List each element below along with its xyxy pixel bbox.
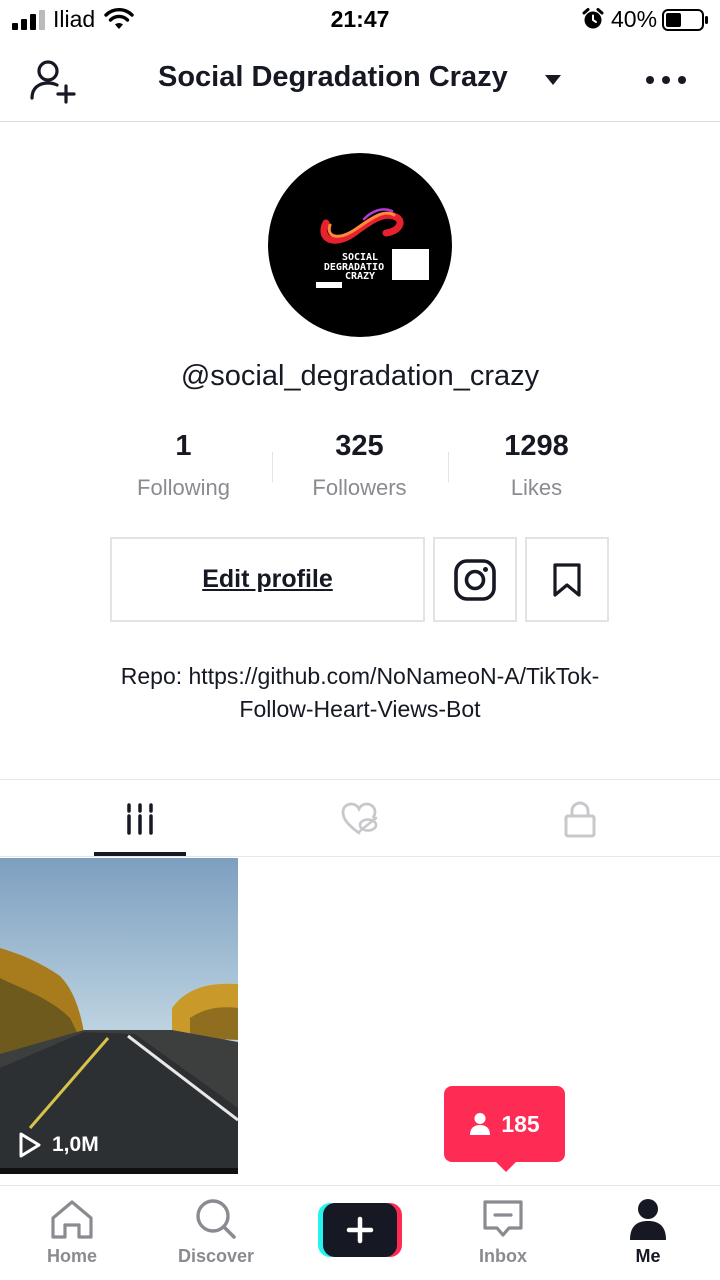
profile-stats: 1 Following 325 Followers 1298 Likes [0, 425, 720, 515]
new-followers-count: 185 [501, 1110, 540, 1137]
play-icon [19, 1132, 41, 1158]
battery-percent: 40% [611, 6, 658, 32]
person-icon [470, 1113, 491, 1135]
followers-count: 325 [335, 430, 384, 462]
likes-count: 1298 [504, 430, 569, 462]
account-switcher[interactable]: Social Degradation Crazy [158, 61, 508, 94]
content-tabs [0, 779, 720, 857]
nav-discover[interactable]: Discover [161, 1198, 271, 1267]
battery-icon [662, 9, 708, 31]
home-icon [51, 1200, 93, 1239]
chevron-down-icon[interactable] [543, 73, 563, 87]
instagram-icon [454, 558, 496, 601]
stat-likes[interactable]: 1298 Likes [448, 425, 625, 501]
lock-icon [564, 801, 596, 837]
nav-discover-label: Discover [177, 1246, 255, 1266]
avatar-logo: SOCIAL DEGRADATIO CRAZY [316, 208, 429, 288]
create-video-button[interactable] [318, 1203, 402, 1257]
active-tab-indicator [94, 852, 186, 856]
tab-liked[interactable] [270, 780, 450, 857]
bookmark-icon [553, 562, 581, 597]
avatar-text-3: CRAZY [345, 271, 375, 282]
avatar[interactable]: SOCIAL DEGRADATIO CRAZY [268, 153, 452, 337]
video-preview-image [0, 858, 238, 1174]
following-count: 1 [175, 430, 192, 462]
edit-profile-button[interactable]: Edit profile [110, 537, 425, 622]
bio: Repo: https://github.com/NoNameoN-A/TikT… [60, 660, 660, 726]
instagram-button[interactable] [433, 537, 517, 622]
username: @social_degradation_crazy [180, 360, 540, 392]
bottom-nav: Home Discover Inbox Me [0, 1185, 720, 1280]
followers-label: Followers [312, 475, 407, 500]
profile-header: Social Degradation Crazy [0, 40, 720, 122]
following-label: Following [137, 475, 230, 500]
new-followers-toast[interactable]: 185 [444, 1086, 565, 1162]
inbox-icon [483, 1200, 523, 1237]
heart-hidden-icon [341, 802, 378, 834]
view-count: 1,0M [18, 1132, 99, 1158]
stat-followers[interactable]: 325 Followers [271, 425, 448, 501]
nav-inbox[interactable]: Inbox [448, 1198, 558, 1267]
nav-me-label: Me [635, 1246, 661, 1266]
nav-inbox-label: Inbox [479, 1246, 527, 1266]
nav-me[interactable]: Me [593, 1198, 703, 1267]
likes-label: Likes [510, 475, 563, 500]
toast-pointer [494, 1160, 518, 1172]
status-bar: Iliad 21:47 40% [0, 0, 720, 40]
tab-videos[interactable] [50, 780, 230, 857]
add-user-icon[interactable] [28, 58, 78, 104]
tab-private[interactable] [490, 780, 670, 857]
bio-line-2: Follow-Heart-Views-Bot [239, 696, 481, 722]
view-count-value: 1,0M [52, 1133, 99, 1156]
video-thumbnail[interactable]: 1,0M [0, 858, 238, 1174]
stat-following[interactable]: 1 Following [95, 425, 272, 501]
search-icon [196, 1199, 236, 1239]
profile-icon [630, 1199, 666, 1240]
more-options-icon[interactable] [644, 70, 688, 90]
alarm-icon [582, 8, 604, 29]
nav-home[interactable]: Home [17, 1198, 127, 1267]
favorites-button[interactable] [525, 537, 609, 622]
videos-grid-icon [127, 802, 153, 835]
bio-line-1: Repo: https://github.com/NoNameoN-A/TikT… [120, 663, 600, 689]
nav-home-label: Home [46, 1246, 97, 1266]
